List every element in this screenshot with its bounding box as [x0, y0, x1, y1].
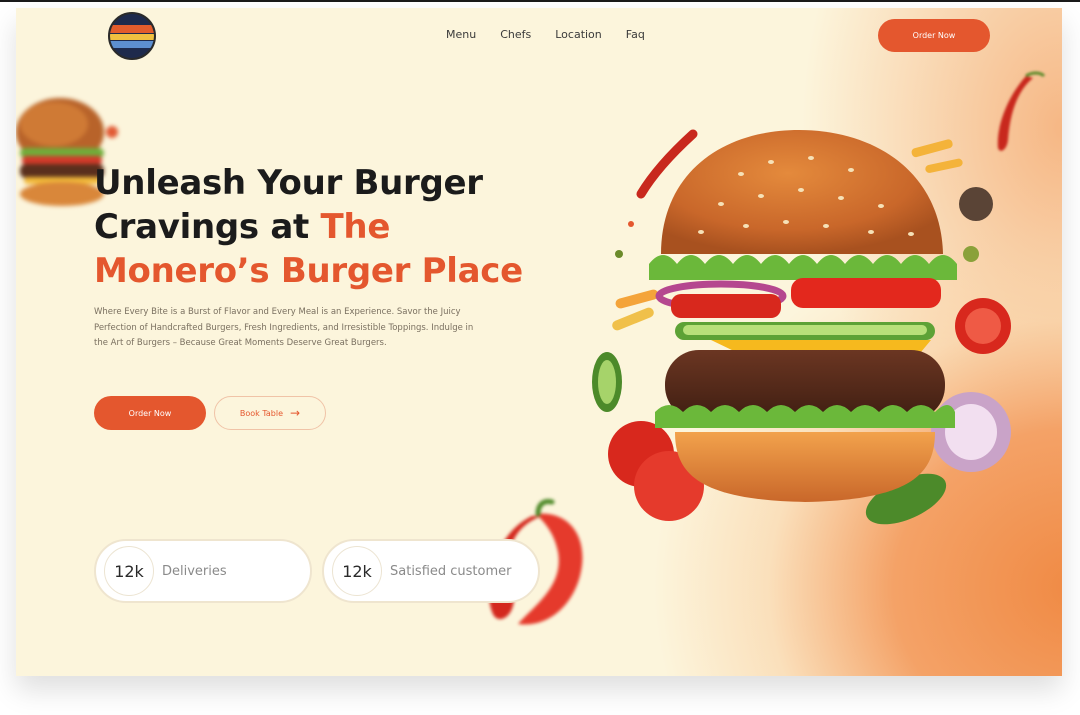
stat-deliveries-value: 12k — [104, 546, 154, 596]
stat-satisfied-value: 12k — [332, 546, 382, 596]
hero-title-accent-2: Monero’s Burger Place — [94, 251, 523, 291]
logo-stripe-blue — [110, 41, 154, 48]
book-table-button[interactable]: Book Table → — [214, 396, 326, 430]
stat-satisfied-customers: 12k Satisfied customer — [322, 539, 540, 603]
stat-satisfied-label: Satisfied customer — [390, 563, 512, 579]
nav-link-menu[interactable]: Menu — [446, 28, 476, 41]
hero-title-line-1: Unleash Your Burger — [94, 163, 483, 203]
hero-title-line-2: Cravings at — [94, 207, 321, 247]
nav-order-now-button[interactable]: Order Now — [878, 19, 990, 52]
stat-deliveries: 12k Deliveries — [94, 539, 312, 603]
book-table-label: Book Table — [239, 408, 284, 418]
logo-stripe-red — [110, 25, 154, 33]
logo[interactable] — [108, 12, 156, 60]
stat-deliveries-label: Deliveries — [162, 563, 227, 579]
hero-burger-image — [592, 129, 1011, 525]
nav-link-chefs[interactable]: Chefs — [500, 28, 531, 41]
main-nav: Menu Chefs Location Faq — [446, 28, 645, 41]
nav-link-location[interactable]: Location — [555, 28, 602, 41]
nav-link-faq[interactable]: Faq — [626, 28, 645, 41]
hero-order-now-button[interactable]: Order Now — [94, 396, 206, 430]
landing-page-card: Menu Chefs Location Faq Order Now Unleas… — [16, 8, 1062, 676]
arrow-right-icon: → — [290, 406, 301, 420]
hero-description: Where Every Bite is a Burst of Flavor an… — [94, 307, 474, 348]
hero-title-accent-1: The — [320, 207, 391, 247]
hero-heading: Unleash Your Burger Cravings at The Mone… — [94, 161, 523, 293]
logo-stripe-yellow — [110, 34, 154, 40]
top-border-line — [0, 0, 1080, 2]
